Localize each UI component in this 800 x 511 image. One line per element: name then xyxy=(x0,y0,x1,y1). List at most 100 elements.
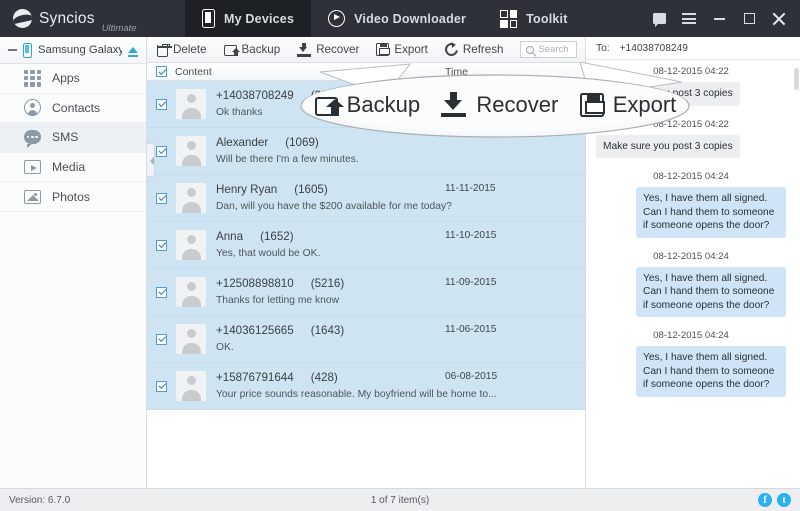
table-row[interactable]: +15876791644 (428) Your price sounds rea… xyxy=(147,363,585,410)
minus-icon xyxy=(8,49,17,51)
row-message-count: (1643) xyxy=(310,323,345,337)
table-row[interactable]: Anna (1652) Yes, that would be OK. 11-10… xyxy=(147,222,585,269)
syncios-logo-icon xyxy=(13,9,32,28)
brand-name: Syncios xyxy=(39,9,95,27)
table-row[interactable]: Henry Ryan (1605) Dan, will you have the… xyxy=(147,175,585,222)
export-save-icon xyxy=(376,43,390,56)
row-contact-name: Alexander xyxy=(216,135,269,149)
status-bar: Version: 6.7.0 1 of 7 item(s) f t xyxy=(0,488,800,511)
chat-bubble: Yes, I have them all signed. Can I hand … xyxy=(636,187,786,238)
chat-bubble: Yes, I have them all signed. Can I hand … xyxy=(636,266,786,317)
row-checkbox[interactable] xyxy=(156,192,167,204)
tab-toolkit[interactable]: Toolkit xyxy=(483,0,584,37)
row-contact-name: Henry Ryan xyxy=(216,182,278,196)
photos-image-icon xyxy=(24,189,41,204)
menu-icon xyxy=(682,13,696,24)
toolbar: Delete Backup Recover Export Refresh Sea… xyxy=(147,37,585,63)
recover-button-label: Recover xyxy=(316,43,360,56)
sidebar-item-apps-label: Apps xyxy=(52,71,80,86)
search-input[interactable]: Search xyxy=(520,41,577,58)
sidebar-item-apps[interactable]: Apps xyxy=(0,64,146,94)
row-preview: Yes, that would be OK. xyxy=(216,247,321,259)
avatar xyxy=(176,136,206,166)
chat-bubble: Yes, I have them all signed. Can I hand … xyxy=(636,346,786,397)
callout-buttons: Backup Recover Export xyxy=(304,81,687,128)
nav-tabs: My Devices Video Downloader Toolkit xyxy=(185,0,585,37)
row-contact-name: +14038708249 xyxy=(216,88,294,102)
backup-button[interactable]: Backup xyxy=(223,43,281,56)
row-preview: Your price sounds reasonable. My boyfrie… xyxy=(216,388,497,400)
twitter-icon[interactable]: t xyxy=(777,493,791,507)
chat-message: 08-12-2015 04:24 Yes, I have them all si… xyxy=(586,171,800,238)
avatar xyxy=(176,183,206,213)
table-row[interactable]: +12508898810 (5216) Thanks for letting m… xyxy=(147,269,585,316)
row-preview: Ok thanks xyxy=(216,106,263,118)
column-content-label: Content xyxy=(175,65,212,78)
row-preview: Dan, will you have the $200 available fo… xyxy=(216,200,452,212)
row-text: +14036125665 (1643) OK. xyxy=(216,324,585,355)
refresh-button[interactable]: Refresh xyxy=(442,40,503,59)
conversation-scrollbar[interactable] xyxy=(794,68,799,90)
callout-backup-button[interactable]: Backup xyxy=(314,91,421,118)
sidebar-item-media-label: Media xyxy=(52,160,86,175)
tab-video-downloader[interactable]: Video Downloader xyxy=(311,0,483,37)
row-message-count: (1605) xyxy=(294,182,328,196)
callout-recover-button[interactable]: Recover xyxy=(441,91,558,118)
maximize-button[interactable] xyxy=(734,0,764,37)
message-list[interactable]: +14038708249 (317) Ok thanks Alexander (… xyxy=(147,81,585,488)
tab-my-devices-label: My Devices xyxy=(224,11,295,26)
row-contact-name: +12508898810 xyxy=(216,276,294,290)
close-button[interactable] xyxy=(764,0,794,37)
table-row[interactable]: +14036125665 (1643) OK. 11-06-2015 xyxy=(147,316,585,363)
select-all-checkbox[interactable] xyxy=(156,66,167,77)
sidebar-item-photos[interactable]: Photos xyxy=(0,182,146,212)
minimize-icon xyxy=(713,17,725,20)
contacts-person-icon xyxy=(24,99,41,117)
recover-button[interactable]: Recover xyxy=(297,42,360,57)
zoom-callout: Backup Recover Export xyxy=(290,62,700,140)
callout-export-label: Export xyxy=(612,91,677,117)
row-checkbox[interactable] xyxy=(156,98,167,110)
refresh-icon xyxy=(442,40,461,59)
minimize-button[interactable] xyxy=(704,0,734,37)
sidebar-item-sms-label: SMS xyxy=(52,130,79,145)
row-preview: Thanks for letting me know xyxy=(216,294,340,306)
menu-button[interactable] xyxy=(674,0,704,37)
sidebar-item-media[interactable]: Media xyxy=(0,153,146,183)
feedback-button[interactable] xyxy=(644,0,674,37)
row-checkbox[interactable] xyxy=(156,145,167,157)
sidebar-item-sms[interactable]: SMS xyxy=(0,123,146,153)
row-checkbox[interactable] xyxy=(156,239,167,251)
export-button[interactable]: Export xyxy=(376,43,428,56)
row-date: 06-08-2015 xyxy=(445,371,498,382)
callout-backup-label: Backup xyxy=(346,91,421,117)
window-controls xyxy=(644,0,800,37)
social-links: f t xyxy=(758,493,800,507)
eject-icon[interactable] xyxy=(128,47,138,57)
chat-timestamp: 08-12-2015 04:24 xyxy=(653,330,729,341)
row-checkbox[interactable] xyxy=(156,286,167,298)
backup-button-label: Backup xyxy=(241,43,281,56)
phone-icon xyxy=(202,9,215,28)
item-count-label: 1 of 7 item(s) xyxy=(370,494,430,506)
facebook-icon[interactable]: f xyxy=(758,493,772,507)
row-checkbox[interactable] xyxy=(156,380,167,392)
device-selector[interactable]: Samsung Galaxy ... xyxy=(0,37,146,64)
callout-export-button[interactable]: Export xyxy=(579,91,677,118)
delete-button[interactable]: Delete xyxy=(157,43,207,57)
play-circle-icon xyxy=(328,10,346,27)
row-date: 11-06-2015 xyxy=(445,324,497,335)
row-text: Alexander (1069) Will be there I'm a few… xyxy=(216,136,585,167)
device-name: Samsung Galaxy ... xyxy=(38,44,122,56)
to-label: To: xyxy=(596,42,610,54)
row-message-count: (5216) xyxy=(310,276,345,290)
export-save-icon xyxy=(579,92,606,117)
tab-my-devices[interactable]: My Devices xyxy=(185,0,312,37)
brand: Syncios Ultimate xyxy=(0,0,185,37)
sidebar-item-contacts[interactable]: Contacts xyxy=(0,94,146,124)
collapse-panel-handle[interactable] xyxy=(147,143,155,177)
maximize-icon xyxy=(743,13,755,24)
row-checkbox[interactable] xyxy=(156,333,167,345)
media-play-icon xyxy=(24,160,41,175)
grid-four-icon xyxy=(500,9,518,28)
